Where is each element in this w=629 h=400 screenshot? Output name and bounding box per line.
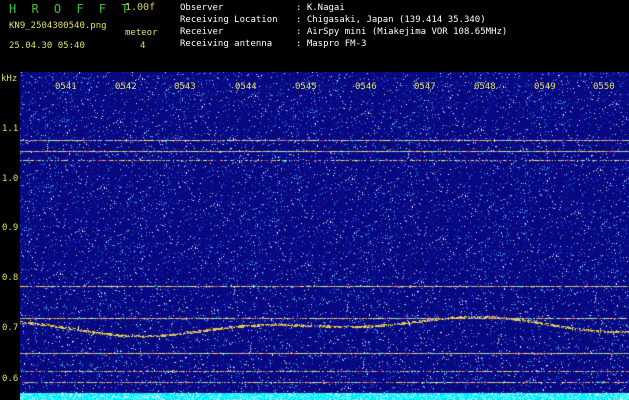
time-tick: 0548 xyxy=(474,82,496,92)
freq-tick: 0.8 xyxy=(2,273,19,283)
observer-label: Observer xyxy=(180,3,224,13)
antenna-value: : Maspro FM-3 xyxy=(296,39,367,49)
time-tick: 0547 xyxy=(414,82,436,92)
freq-tick: 1.1 xyxy=(2,124,19,134)
app-logo: H R O F F T xyxy=(9,2,133,16)
antenna-label: Receiving antenna xyxy=(180,39,273,49)
freq-tick: 0.6 xyxy=(2,374,19,384)
time-tick: 0544 xyxy=(235,82,257,92)
receiver-label: Receiver xyxy=(180,27,224,37)
datetime-label: 25.04.30 05:40 xyxy=(9,41,85,51)
filename-label: KN9_2504300540.png xyxy=(9,21,107,31)
meteor-count: 4 xyxy=(140,41,146,51)
receiver-value: : AirSpy mini (Miakejima VOR 108.65MHz) xyxy=(296,27,508,37)
location-value: : Chigasaki, Japan (139.414 35.340) xyxy=(296,15,486,25)
waterfall-spectrogram xyxy=(20,72,629,400)
time-tick: 0541 xyxy=(55,82,77,92)
freq-tick: 1.0 xyxy=(2,174,19,184)
time-tick: 0550 xyxy=(593,82,615,92)
mode-label: meteor xyxy=(125,28,158,38)
spectrogram-panel: kHz 1.1 1.0 0.9 0.8 0.7 0.6 0541 0542 05… xyxy=(0,72,629,400)
time-tick: 0546 xyxy=(355,82,377,92)
time-tick: 0545 xyxy=(295,82,317,92)
observer-value: : K.Nagai xyxy=(296,3,345,13)
version-label: 1.00f xyxy=(125,2,156,13)
header-panel: H R O F F T 1.00f KN9_2504300540.png met… xyxy=(0,0,629,72)
location-label: Receiving Location xyxy=(180,15,278,25)
time-tick: 0543 xyxy=(174,82,196,92)
time-tick: 0542 xyxy=(115,82,137,92)
freq-unit-label: kHz xyxy=(1,74,18,84)
time-tick: 0549 xyxy=(534,82,556,92)
freq-tick: 0.7 xyxy=(2,323,19,333)
freq-tick: 0.9 xyxy=(2,223,19,233)
